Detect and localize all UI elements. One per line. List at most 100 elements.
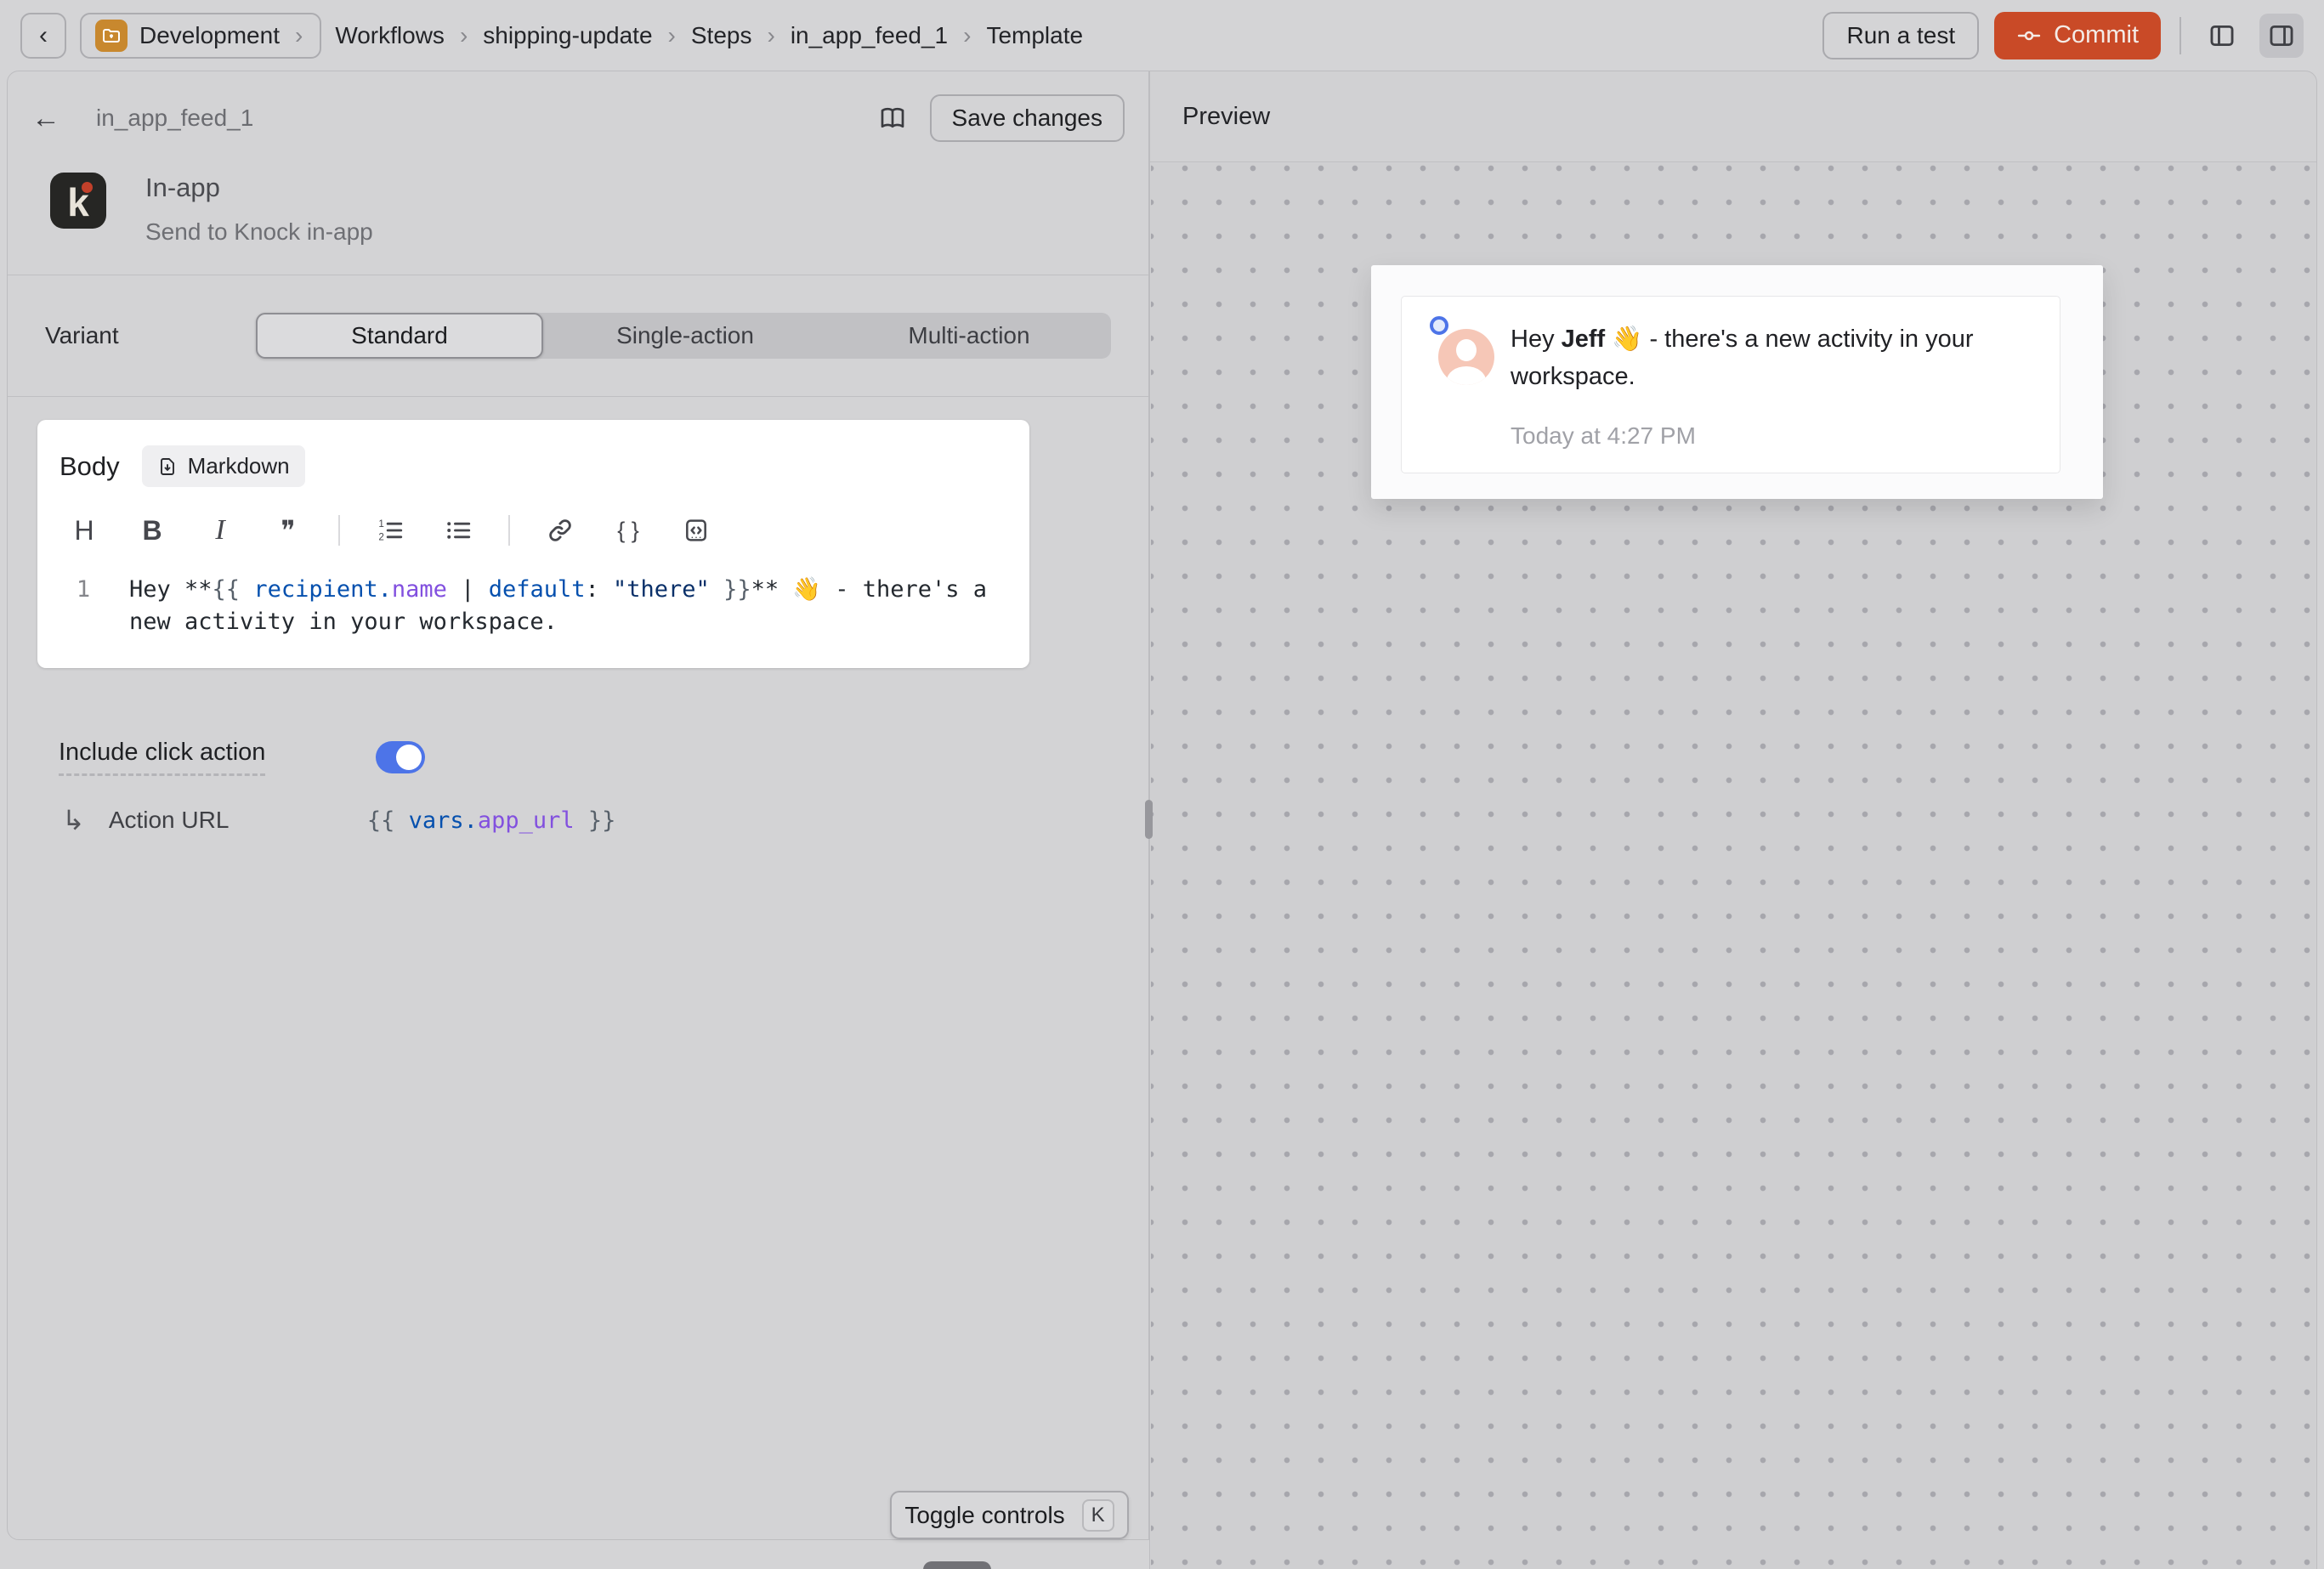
back-button[interactable]: ‹ bbox=[20, 13, 66, 59]
layout-left-panel-button[interactable] bbox=[2200, 14, 2244, 58]
preview-panel: Preview Hey Jeff 👋 - there's a new activ… bbox=[1149, 71, 2317, 1569]
channel-title: In-app bbox=[145, 173, 373, 203]
action-url-label: Action URL bbox=[109, 807, 332, 834]
back-arrow-icon[interactable]: ← bbox=[31, 102, 60, 135]
avatar-shoulders bbox=[1447, 366, 1486, 385]
topbar-actions: Run a test Commit bbox=[1822, 12, 2304, 59]
toggle-controls-label: Toggle controls bbox=[904, 1502, 1064, 1529]
preview-canvas: Hey Jeff 👋 - there's a new activity in y… bbox=[1151, 163, 2315, 1569]
breadcrumb-workflow-name[interactable]: shipping-update bbox=[483, 22, 652, 49]
ordered-list-icon[interactable]: 1 2 bbox=[372, 513, 408, 548]
blockquote-icon[interactable]: ❞ bbox=[270, 513, 306, 548]
variant-row: Variant Standard Single-action Multi-act… bbox=[8, 275, 1148, 396]
knock-logo: k bbox=[50, 173, 106, 229]
unordered-list-icon[interactable] bbox=[440, 513, 476, 548]
breadcrumb-template[interactable]: Template bbox=[986, 22, 1083, 49]
chevron-right-icon: › bbox=[763, 22, 778, 49]
italic-icon[interactable]: I bbox=[202, 513, 238, 548]
code-token: | bbox=[447, 576, 489, 603]
feed-container: Hey Jeff 👋 - there's a new activity in y… bbox=[1371, 265, 2103, 499]
toolbar-separator bbox=[2179, 17, 2181, 54]
breadcrumb-trail: Workflows › shipping-update › Steps › in… bbox=[335, 22, 1083, 49]
breadcrumb-workflows[interactable]: Workflows bbox=[335, 22, 445, 49]
save-changes-button[interactable]: Save changes bbox=[930, 94, 1125, 142]
code-token: default bbox=[489, 576, 586, 603]
bold-icon[interactable]: B bbox=[134, 513, 170, 548]
variant-label: Variant bbox=[45, 322, 256, 349]
link-icon[interactable] bbox=[542, 513, 578, 548]
template-editor-panel: ← in_app_feed_1 Save changes k In-app Se… bbox=[7, 71, 1149, 1540]
toggle-knob bbox=[396, 745, 422, 770]
markdown-badge[interactable]: Markdown bbox=[142, 445, 305, 487]
markdown-file-icon bbox=[157, 456, 178, 477]
commit-icon bbox=[2016, 23, 2042, 48]
code-token: name bbox=[392, 576, 447, 603]
action-url-row: ↳ Action URL {{ vars.app_url }} bbox=[62, 804, 615, 836]
commit-label: Commit bbox=[2054, 21, 2139, 49]
variant-segmented-control: Standard Single-action Multi-action bbox=[256, 313, 1111, 359]
breadcrumb: ‹ Development › Workflows › shipping-upd… bbox=[20, 13, 1083, 59]
variable-braces-icon[interactable]: { } bbox=[610, 513, 646, 548]
notification-message: Hey Jeff 👋 - there's a new activity in y… bbox=[1511, 320, 2004, 395]
run-test-label: Run a test bbox=[1846, 22, 1955, 49]
environment-switcher[interactable]: Development › bbox=[80, 13, 321, 59]
avatar-head bbox=[1456, 339, 1477, 361]
include-click-action-label: Include click action bbox=[59, 739, 265, 776]
unread-indicator bbox=[1430, 316, 1448, 335]
bottom-drawer-handle[interactable] bbox=[923, 1561, 991, 1569]
toolbar-divider bbox=[508, 515, 510, 546]
avatar bbox=[1438, 329, 1494, 385]
variant-option-multi-action[interactable]: Multi-action bbox=[827, 313, 1111, 359]
preview-header: Preview bbox=[1150, 71, 2316, 162]
code-token: app_url bbox=[478, 807, 575, 834]
layout-left-panel-icon bbox=[2208, 21, 2236, 50]
editor-header: ← in_app_feed_1 Save changes bbox=[8, 71, 1148, 165]
commit-button[interactable]: Commit bbox=[1994, 12, 2161, 59]
docs-button[interactable] bbox=[877, 103, 908, 133]
notification-card[interactable]: Hey Jeff 👋 - there's a new activity in y… bbox=[1401, 296, 2060, 473]
open-book-icon bbox=[877, 103, 908, 133]
keyboard-shortcut-badge: K bbox=[1082, 1499, 1114, 1532]
code-token: {{ bbox=[213, 576, 254, 603]
include-click-action-row: Include click action bbox=[59, 739, 425, 776]
body-editor-card: Body Markdown H B I ❞ 1 bbox=[37, 420, 1029, 668]
panel-resize-handle[interactable] bbox=[1145, 800, 1153, 839]
code-token: Hey ** bbox=[129, 576, 213, 603]
folder-icon bbox=[95, 20, 128, 52]
svg-text:1: 1 bbox=[378, 518, 383, 530]
message-recipient-name: Jeff bbox=[1562, 326, 1606, 353]
return-arrow-icon: ↳ bbox=[62, 804, 85, 836]
code-token: "there" bbox=[613, 576, 710, 603]
body-label: Body bbox=[60, 451, 120, 482]
toolbar-divider bbox=[338, 515, 340, 546]
include-click-action-toggle[interactable] bbox=[376, 741, 425, 773]
code-line[interactable]: Hey **{{ recipient.name | default: "ther… bbox=[129, 574, 1012, 638]
topbar: ‹ Development › Workflows › shipping-upd… bbox=[0, 0, 2324, 71]
code-token: }} bbox=[575, 807, 616, 834]
breadcrumb-steps[interactable]: Steps bbox=[691, 22, 752, 49]
toggle-controls-button[interactable]: Toggle controls K bbox=[890, 1491, 1129, 1539]
action-url-value[interactable]: {{ vars.app_url }} bbox=[367, 807, 616, 834]
chevron-right-icon: › bbox=[292, 22, 306, 49]
layout-right-panel-button[interactable] bbox=[2259, 14, 2304, 58]
heading-icon[interactable]: H bbox=[66, 513, 102, 548]
code-token: vars. bbox=[409, 807, 478, 834]
run-test-button[interactable]: Run a test bbox=[1822, 12, 1979, 59]
knock-logo-dot bbox=[82, 182, 93, 193]
variant-option-single-action[interactable]: Single-action bbox=[543, 313, 827, 359]
code-token: }} bbox=[710, 576, 751, 603]
body-code-editor[interactable]: 1 Hey **{{ recipient.name | default: "th… bbox=[37, 552, 1029, 638]
code-token: {{ bbox=[367, 807, 409, 834]
message-pre: Hey bbox=[1511, 326, 1562, 353]
channel-subtitle: Send to Knock in-app bbox=[145, 218, 373, 246]
variant-option-standard[interactable]: Standard bbox=[256, 313, 543, 359]
breadcrumb-step-name[interactable]: in_app_feed_1 bbox=[791, 22, 948, 49]
markdown-badge-label: Markdown bbox=[188, 453, 290, 479]
environment-label: Development bbox=[139, 22, 280, 49]
divider bbox=[8, 396, 1148, 397]
svg-text:2: 2 bbox=[378, 531, 383, 542]
code-token: : bbox=[586, 576, 614, 603]
code-block-icon[interactable] bbox=[678, 513, 714, 548]
chevron-right-icon: › bbox=[456, 22, 471, 49]
preview-title: Preview bbox=[1182, 103, 1270, 131]
